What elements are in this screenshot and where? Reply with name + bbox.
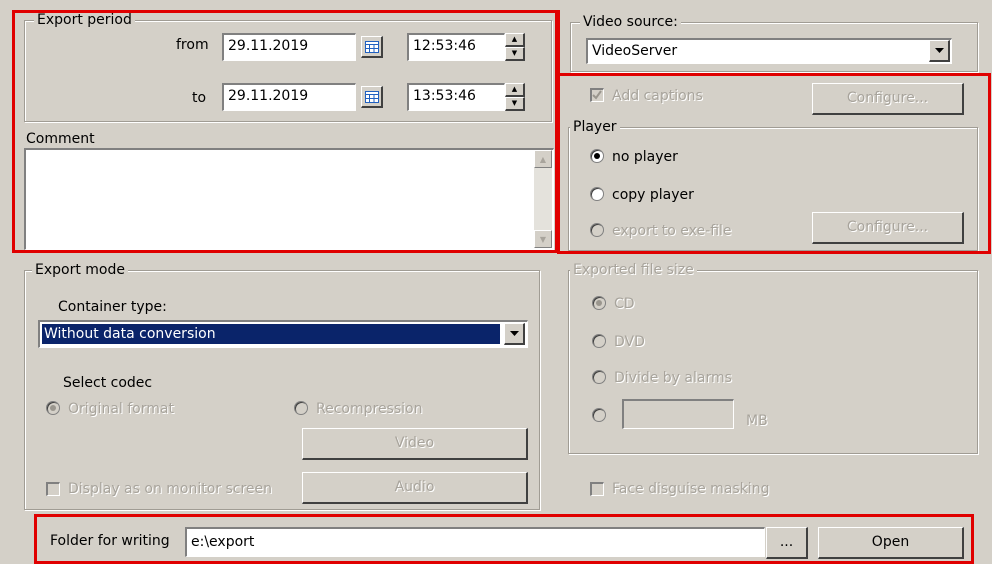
copy-player-label: copy player (612, 187, 694, 203)
size-unit-label: MB (746, 413, 768, 429)
audio-button[interactable]: Audio (302, 472, 528, 504)
from-date-input[interactable]: 29.11.2019 (222, 33, 356, 61)
folder-label: Folder for writing (50, 533, 170, 549)
spin-up-icon[interactable]: ▲ (505, 83, 525, 97)
add-captions-label: Add captions (612, 88, 703, 104)
from-time-input[interactable]: 12:53:46 (407, 33, 505, 61)
cd-radio[interactable] (592, 296, 606, 310)
export-mode-legend: Export mode (32, 262, 128, 278)
from-label: from (176, 37, 209, 53)
video-source-select[interactable]: VideoServer (586, 38, 952, 64)
divide-alarms-label: Divide by alarms (614, 370, 732, 386)
spin-down-icon[interactable]: ▼ (505, 47, 525, 61)
face-disguise-label: Face disguise masking (612, 481, 770, 497)
comment-scrollbar[interactable]: ▲ ▼ (534, 150, 552, 248)
original-format-label: Original format (68, 401, 174, 417)
checkmark-icon (592, 90, 602, 100)
to-calendar-button[interactable] (361, 86, 383, 108)
export-exe-label: export to exe-file (612, 223, 732, 239)
comment-label: Comment (26, 131, 95, 147)
divide-alarms-radio[interactable] (592, 370, 606, 384)
chevron-down-icon (934, 48, 944, 53)
dvd-label: DVD (614, 334, 645, 350)
scroll-down-icon[interactable]: ▼ (534, 230, 552, 248)
no-player-radio[interactable] (590, 149, 604, 163)
captions-configure-button[interactable]: Configure... (812, 83, 964, 115)
player-legend: Player (570, 119, 620, 135)
file-size-legend: Exported file size (570, 262, 697, 278)
to-time-spinner[interactable]: ▲ ▼ (505, 83, 525, 111)
to-label: to (192, 90, 207, 106)
container-type-select[interactable]: Without data conversion (38, 320, 528, 348)
player-configure-button[interactable]: Configure... (812, 212, 964, 244)
add-captions-checkbox[interactable] (590, 88, 604, 102)
browse-folder-button[interactable]: ... (766, 527, 808, 559)
no-player-label: no player (612, 149, 678, 165)
comment-textarea[interactable] (24, 148, 554, 250)
display-monitor-checkbox[interactable] (46, 482, 60, 496)
from-time-spinner[interactable]: ▲ ▼ (505, 33, 525, 61)
copy-player-radio[interactable] (590, 187, 604, 201)
face-disguise-checkbox[interactable] (590, 482, 604, 496)
open-folder-button[interactable]: Open (818, 527, 964, 559)
to-date-input[interactable]: 29.11.2019 (222, 83, 356, 111)
custom-size-input[interactable] (622, 399, 734, 429)
video-source-dropdown-button[interactable] (929, 40, 950, 62)
spin-down-icon[interactable]: ▼ (505, 97, 525, 111)
calendar-icon (364, 40, 379, 53)
container-type-value: Without data conversion (42, 324, 500, 344)
from-calendar-button[interactable] (361, 36, 383, 58)
chevron-down-icon (509, 331, 519, 336)
select-codec-label: Select codec (63, 375, 153, 391)
highlight-video-source-top (557, 10, 560, 74)
export-period-legend: Export period (34, 12, 135, 28)
video-source-legend: Video source: (580, 14, 681, 30)
recompression-radio[interactable] (294, 401, 308, 415)
scroll-up-icon[interactable]: ▲ (534, 150, 552, 168)
dvd-radio[interactable] (592, 334, 606, 348)
spin-up-icon[interactable]: ▲ (505, 33, 525, 47)
container-type-dropdown-button[interactable] (504, 323, 525, 345)
calendar-icon (364, 90, 379, 103)
original-format-radio[interactable] (46, 401, 60, 415)
recompression-label: Recompression (316, 401, 423, 417)
folder-path-input[interactable]: e:\export (185, 527, 765, 557)
cd-label: CD (614, 296, 635, 312)
export-exe-radio[interactable] (590, 223, 604, 237)
to-time-input[interactable]: 13:53:46 (407, 83, 505, 111)
container-type-label: Container type: (58, 299, 167, 315)
video-button[interactable]: Video (302, 428, 528, 460)
custom-size-radio[interactable] (592, 408, 606, 422)
display-monitor-label: Display as on monitor screen (68, 481, 273, 497)
